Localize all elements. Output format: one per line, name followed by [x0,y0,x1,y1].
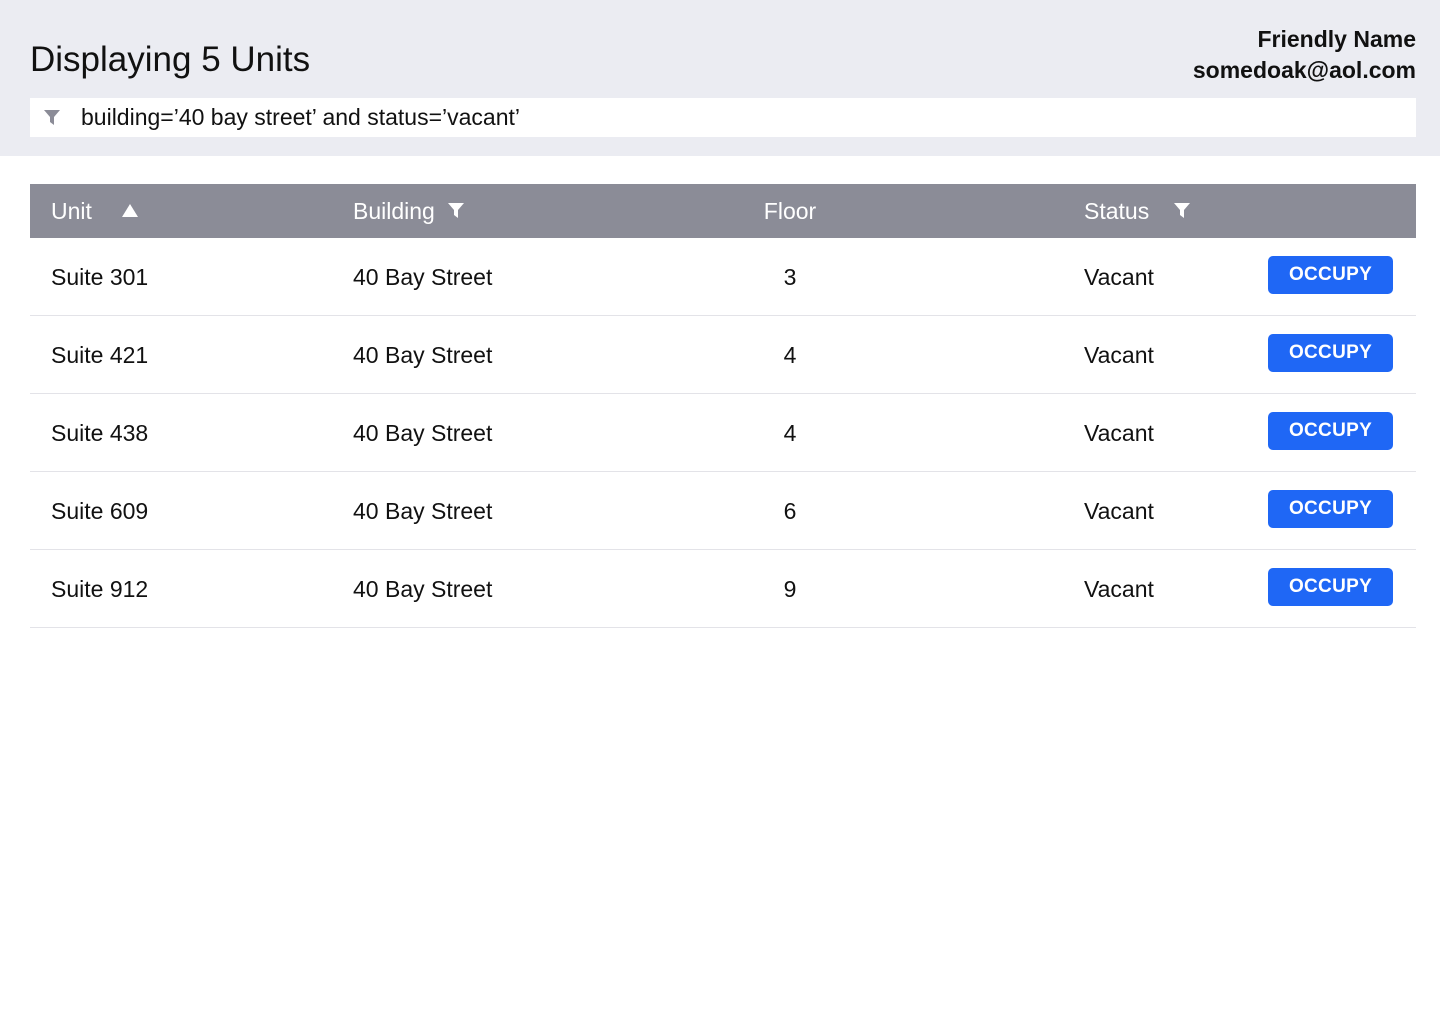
filter-query-input[interactable] [81,104,1381,131]
floor-cell: 4 [783,341,797,368]
building-cell: 40 Bay Street [353,497,493,524]
user-name: Friendly Name [1257,26,1417,52]
column-label-unit: Unit [51,197,92,224]
occupy-button[interactable]: OCCUPY [1268,568,1393,606]
column-header-building[interactable]: Building [353,184,465,238]
page-title: Displaying 5 Units [30,40,311,79]
user-info[interactable]: Friendly Name somedoak@aol.com [1193,24,1416,86]
occupy-button[interactable]: OCCUPY [1268,334,1393,372]
building-cell: 40 Bay Street [353,575,493,602]
column-label-status: Status [1084,197,1150,224]
table-header: Unit Building Floor Status [30,184,1416,238]
status-cell: Vacant [1084,341,1154,368]
unit-cell: Suite 438 [51,419,149,446]
column-label-floor: Floor [763,197,817,224]
status-filter-icon[interactable] [1173,202,1191,220]
unit-cell: Suite 301 [51,263,149,290]
table-row: Suite 912 40 Bay Street 9 Vacant OCCUPY [30,550,1416,628]
units-table: Unit Building Floor Status Suite 301 40 … [30,184,1416,628]
column-header-unit[interactable]: Unit [51,184,139,238]
page-header: Displaying 5 Units Friendly Name somedoa… [0,0,1440,156]
building-cell: 40 Bay Street [353,419,493,446]
building-filter-icon[interactable] [447,202,465,220]
table-row: Suite 609 40 Bay Street 6 Vacant OCCUPY [30,472,1416,550]
floor-cell: 4 [783,419,797,446]
floor-cell: 6 [783,497,797,524]
occupy-button[interactable]: OCCUPY [1268,412,1393,450]
unit-cell: Suite 609 [51,497,149,524]
filter-icon [42,108,62,128]
building-cell: 40 Bay Street [353,263,493,290]
status-cell: Vacant [1084,419,1154,446]
occupy-button[interactable]: OCCUPY [1268,490,1393,528]
building-cell: 40 Bay Street [353,341,493,368]
column-header-status[interactable]: Status [1084,184,1191,238]
table-row: Suite 438 40 Bay Street 4 Vacant OCCUPY [30,394,1416,472]
column-header-floor[interactable]: Floor [730,184,850,238]
sort-ascending-icon[interactable] [121,203,139,219]
status-cell: Vacant [1084,263,1154,290]
column-label-building: Building [353,197,435,224]
unit-cell: Suite 912 [51,575,149,602]
occupy-button[interactable]: OCCUPY [1268,256,1393,294]
status-cell: Vacant [1084,497,1154,524]
table-row: Suite 301 40 Bay Street 3 Vacant OCCUPY [30,238,1416,316]
unit-cell: Suite 421 [51,341,149,368]
user-email: somedoak@aol.com [1192,57,1416,83]
filter-bar[interactable] [30,98,1416,137]
floor-cell: 9 [783,575,797,602]
table-row: Suite 421 40 Bay Street 4 Vacant OCCUPY [30,316,1416,394]
floor-cell: 3 [783,263,797,290]
status-cell: Vacant [1084,575,1154,602]
